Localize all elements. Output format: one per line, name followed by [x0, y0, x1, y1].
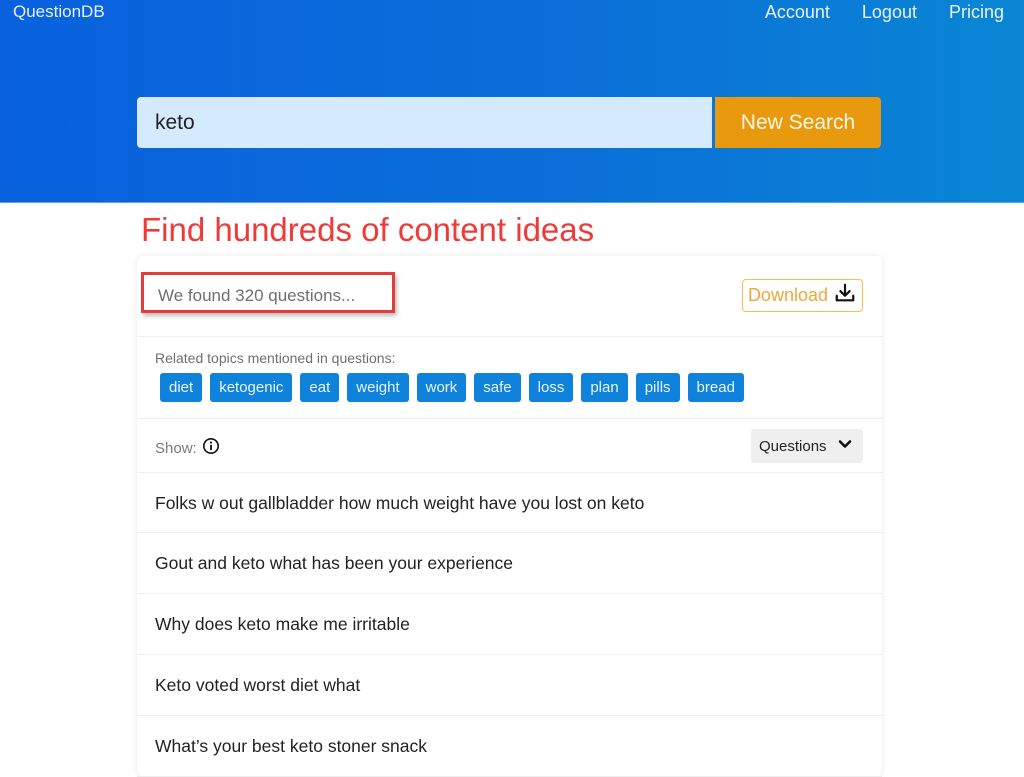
question-item[interactable]: Why does keto make me irritable	[137, 594, 882, 655]
show-type-select[interactable]: Questions	[751, 429, 863, 463]
question-item[interactable]: What’s your best keto stoner snack	[137, 716, 882, 777]
results-header: We found 320 questions... Download	[137, 256, 882, 337]
topic-chip[interactable]: loss	[528, 373, 574, 402]
topic-chip[interactable]: weight	[347, 373, 409, 402]
topic-chip[interactable]: eat	[300, 373, 340, 402]
download-button[interactable]: Download	[741, 279, 863, 312]
question-list: Folks w out gallbladder how much weight …	[137, 473, 882, 777]
tagline: Find hundreds of content ideas	[141, 211, 595, 248]
topic-chip[interactable]: plan	[581, 373, 628, 402]
download-label: Download	[747, 285, 828, 305]
topic-chip[interactable]: safe	[474, 373, 521, 402]
header: QuestionDB Account Logout Pricing New Se…	[0, 0, 1024, 203]
related-topics-label: Related topics mentioned in questions:	[155, 350, 396, 366]
results-card: We found 320 questions... Download Relat…	[137, 256, 882, 777]
show-label: Show:	[155, 440, 197, 457]
show-filter: Show:	[155, 437, 220, 460]
nav-logout-link[interactable]: Logout	[862, 2, 917, 23]
top-nav: Account Logout Pricing	[765, 2, 1004, 23]
brand-logo[interactable]: QuestionDB	[13, 2, 105, 22]
download-icon	[834, 282, 856, 309]
search-input[interactable]	[137, 97, 712, 148]
results-count: We found 320 questions...	[141, 272, 395, 313]
show-type-value: Questions	[759, 437, 827, 455]
topic-chips: diet ketogenic eat weight work safe loss…	[160, 373, 882, 402]
show-filter-row: Show: Questions	[137, 419, 882, 473]
topic-chip[interactable]: bread	[687, 373, 744, 402]
topic-chip[interactable]: diet	[160, 373, 203, 402]
info-icon[interactable]	[202, 437, 220, 460]
question-item[interactable]: Gout and keto what has been your experie…	[137, 533, 882, 594]
topic-chip[interactable]: ketogenic	[210, 373, 293, 402]
related-topics: Related topics mentioned in questions: d…	[137, 337, 882, 419]
search-bar: New Search	[137, 97, 881, 148]
question-item[interactable]: Folks w out gallbladder how much weight …	[137, 473, 882, 533]
nav-account-link[interactable]: Account	[765, 2, 830, 23]
chevron-down-icon	[837, 436, 853, 457]
topic-chip[interactable]: pills	[635, 373, 680, 402]
nav-pricing-link[interactable]: Pricing	[949, 2, 1004, 23]
question-item[interactable]: Keto voted worst diet what	[137, 655, 882, 716]
new-search-button[interactable]: New Search	[715, 97, 881, 148]
topic-chip[interactable]: work	[416, 373, 467, 402]
